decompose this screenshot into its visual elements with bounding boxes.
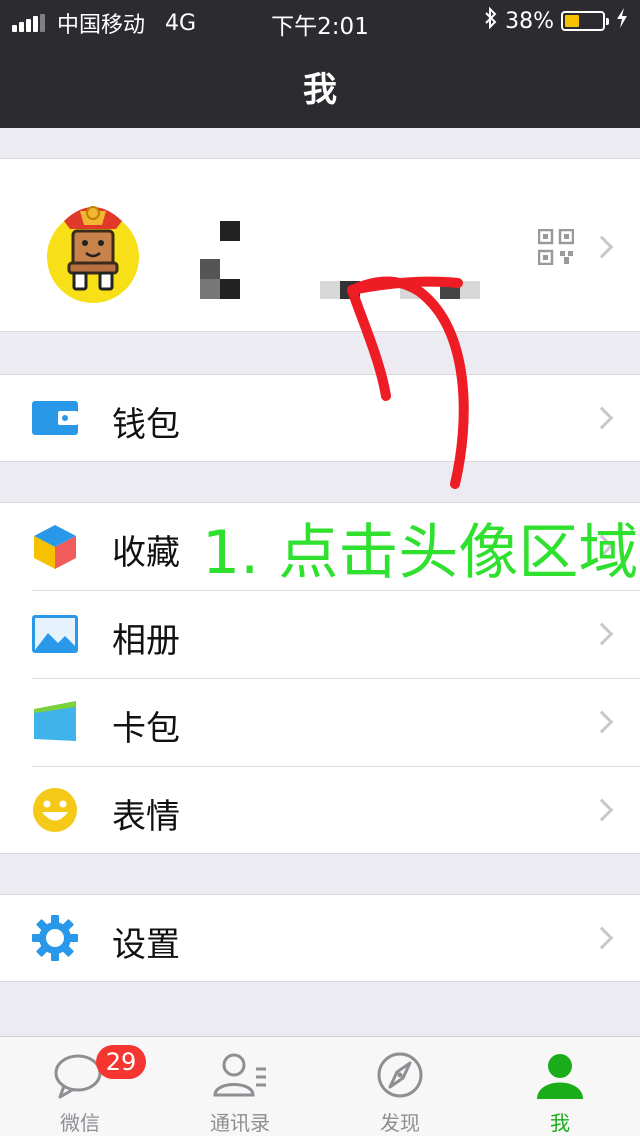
compass-icon — [372, 1051, 428, 1101]
tab-bar: 29 微信 通讯录 发现 我 — [0, 1036, 640, 1136]
tab-discover[interactable]: 发现 — [320, 1037, 480, 1136]
tab-contacts[interactable]: 通讯录 — [160, 1037, 320, 1136]
tab-label: 我 — [550, 1111, 570, 1135]
tab-chats[interactable]: 29 微信 — [0, 1037, 160, 1136]
tab-label: 微信 — [60, 1111, 100, 1135]
tab-me[interactable]: 我 — [480, 1037, 640, 1136]
annotation-text: 1. 点击头像区域 — [202, 518, 639, 588]
tab-label: 通讯录 — [210, 1111, 270, 1135]
unread-badge: 29 — [96, 1045, 146, 1079]
tab-label: 发现 — [380, 1111, 420, 1135]
person-icon — [532, 1051, 588, 1101]
contacts-icon — [212, 1051, 268, 1101]
